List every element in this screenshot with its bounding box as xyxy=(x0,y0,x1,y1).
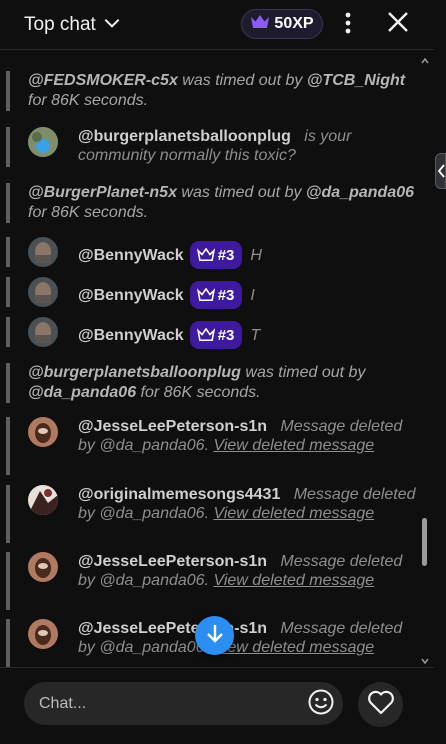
arrow-down-icon xyxy=(204,622,226,649)
rank-value: #3 xyxy=(217,286,235,304)
chat-message[interactable]: @BennyWack #3 T xyxy=(6,317,420,350)
avatar[interactable] xyxy=(28,619,58,649)
xp-value: 50XP xyxy=(274,15,314,32)
scroll-down-arrow[interactable] xyxy=(421,652,429,665)
view-deleted-link[interactable]: View deleted message xyxy=(213,505,374,522)
chevron-left-icon xyxy=(437,164,445,178)
message-author[interactable]: @burgerplanetsballoonplug xyxy=(78,128,291,145)
chat-feed[interactable]: @FEDSMOKER-c5x was timed out by @TCB_Nig… xyxy=(0,51,434,667)
chat-mode-dropdown[interactable]: Top chat xyxy=(24,12,122,38)
message-author[interactable]: @BennyWack xyxy=(78,247,184,264)
timed-out-user: @BurgerPlanet-n5x xyxy=(28,184,177,201)
chat-input-container xyxy=(24,682,343,725)
message-author[interactable]: @JesseLeePeterson-s1n xyxy=(78,553,267,570)
message-text: T xyxy=(250,327,261,345)
message-author[interactable]: @BennyWack xyxy=(78,287,184,304)
more-options-button[interactable] xyxy=(337,12,359,38)
timeout-text: was timed out by xyxy=(240,364,366,381)
message-body: @BennyWack #3 H xyxy=(78,241,418,270)
chat-input[interactable] xyxy=(39,682,299,725)
crown-icon xyxy=(250,14,270,35)
message-body: @JesseLeePeterson-s1n Message deleted by… xyxy=(78,552,418,590)
message-author[interactable]: @JesseLeePeterson-s1n xyxy=(78,418,267,435)
moderator-name: @TCB_Night xyxy=(306,72,406,89)
chevron-down-icon xyxy=(102,13,122,38)
moderator-name: @da_panda06 xyxy=(305,184,415,201)
chat-mode-label: Top chat xyxy=(24,14,96,35)
close-icon xyxy=(387,11,409,38)
timeout-text: was timed out by xyxy=(176,184,306,201)
timeout-notice: @burgerplanetsballoonplug was timed out … xyxy=(6,363,420,403)
avatar[interactable] xyxy=(28,417,58,447)
crown-icon xyxy=(196,288,215,302)
chat-message[interactable]: @BennyWack #3 I xyxy=(6,277,420,310)
timeout-duration: for 86K seconds. xyxy=(136,384,261,401)
xp-badge[interactable]: 50XP xyxy=(241,9,323,39)
message-text: H xyxy=(250,247,262,265)
timeout-duration: for 86K seconds. xyxy=(28,92,149,109)
timeout-notice: @BurgerPlanet-n5x was timed out by @da_p… xyxy=(6,183,420,223)
timeout-notice: @FEDSMOKER-c5x was timed out by @TCB_Nig… xyxy=(6,71,420,111)
emoji-icon xyxy=(307,688,335,721)
more-vert-icon xyxy=(345,12,351,39)
chat-message[interactable]: @originalmemesongs4431 Message deleted b… xyxy=(6,485,420,543)
message-author[interactable]: @originalmemesongs4431 xyxy=(78,486,280,503)
timeout-duration: for 86K seconds. xyxy=(28,204,149,221)
rank-value: #3 xyxy=(217,246,235,264)
chat-message[interactable]: @BennyWack #3 H xyxy=(6,237,420,270)
like-button[interactable] xyxy=(358,682,403,727)
avatar[interactable] xyxy=(28,485,58,515)
moderator-name: @da_panda06 xyxy=(28,384,137,401)
view-deleted-link[interactable]: View deleted message xyxy=(213,437,374,454)
timeout-text: was timed out by xyxy=(177,72,307,89)
timed-out-user: @FEDSMOKER-c5x xyxy=(28,72,178,89)
close-button[interactable] xyxy=(385,11,411,37)
chat-header: Top chat 50XP xyxy=(0,0,434,50)
message-author[interactable]: @BennyWack xyxy=(78,327,184,344)
avatar[interactable] xyxy=(28,317,58,347)
rank-badge: #3 xyxy=(189,321,243,349)
timed-out-user: @burgerplanetsballoonplug xyxy=(28,364,241,381)
scrollbar-track[interactable] xyxy=(434,50,446,667)
chat-message[interactable]: @JesseLeePeterson-s1n Message deleted by… xyxy=(6,417,420,475)
view-deleted-link[interactable]: View deleted message xyxy=(213,639,374,656)
message-body: @burgerplanetsballoonplug is your commun… xyxy=(78,127,418,165)
rank-badge: #3 xyxy=(189,281,243,309)
crown-icon xyxy=(196,328,215,342)
message-body: @BennyWack #3 T xyxy=(78,321,418,350)
message-body: @JesseLeePeterson-s1n Message deleted by… xyxy=(78,619,418,657)
chat-message[interactable]: @JesseLeePeterson-s1n Message deleted by… xyxy=(6,552,420,610)
message-text: I xyxy=(250,287,255,305)
view-deleted-link[interactable]: View deleted message xyxy=(213,572,374,589)
heart-icon xyxy=(367,689,395,720)
emoji-button[interactable] xyxy=(306,689,336,719)
rank-badge: #3 xyxy=(189,241,243,269)
scrollbar-thumb[interactable] xyxy=(422,518,427,566)
message-body: @BennyWack #3 I xyxy=(78,281,418,310)
avatar[interactable] xyxy=(28,552,58,582)
chat-footer xyxy=(0,667,434,744)
side-panel-tab[interactable] xyxy=(435,153,446,189)
scroll-up-arrow[interactable] xyxy=(421,52,429,64)
message-body: @originalmemesongs4431 Message deleted b… xyxy=(78,485,418,523)
rank-value: #3 xyxy=(217,326,235,344)
chat-message[interactable]: @burgerplanetsballoonplug is your commun… xyxy=(6,127,420,167)
crown-icon xyxy=(196,248,215,262)
message-body: @JesseLeePeterson-s1n Message deleted by… xyxy=(78,417,418,455)
avatar[interactable] xyxy=(28,237,58,267)
avatar[interactable] xyxy=(28,277,58,307)
avatar[interactable] xyxy=(28,127,58,157)
scroll-to-bottom-button[interactable] xyxy=(195,616,234,655)
message-author[interactable]: @JesseLeePeterson-s1n xyxy=(78,620,267,637)
